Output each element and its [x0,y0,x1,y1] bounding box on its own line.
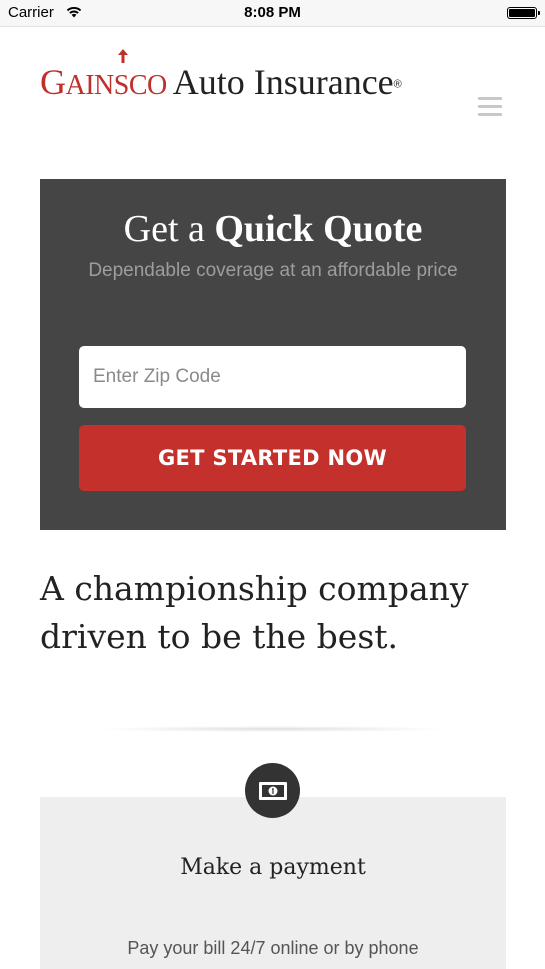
quote-title-bold: Quick Quote [214,208,423,250]
gainsco-logo[interactable]: GAINSCO Auto Insurance® [40,49,402,103]
logo-product: Auto Insurance [172,62,394,102]
quick-quote-panel: Get a Quick Quote Dependable coverage at… [40,179,506,530]
site-header: GAINSCO Auto Insurance® [0,27,545,147]
logo-arrow-icon [118,49,128,63]
get-started-button[interactable]: GET STARTED NOW [79,425,466,491]
logo-brand-initial: G [40,62,66,102]
quote-title: Get a Quick Quote [40,207,506,251]
status-bar: Carrier 8:08 PM [0,0,545,27]
logo-brand-rest: AINSCO [65,70,168,101]
section-divider [95,726,450,732]
payment-title: Make a payment [180,855,366,880]
tagline-heading: A championship company driven to be the … [40,569,469,656]
make-payment-card[interactable]: Make a payment Pay your bill 24/7 online… [40,797,506,969]
logo-brand: GAINSCO [40,62,167,102]
status-time: 8:08 PM [244,4,301,21]
zip-code-input[interactable] [79,346,466,408]
payment-icon-badge [245,763,300,818]
hamburger-menu-icon[interactable] [478,97,502,117]
quote-subtitle: Dependable coverage at an affordable pri… [88,260,458,281]
quote-title-light: Get a [123,208,215,250]
battery-icon [507,7,540,19]
money-bill-icon [258,781,287,800]
logo-registered: ® [393,78,402,91]
payment-description: Pay your bill 24/7 online or by phone [127,938,419,958]
